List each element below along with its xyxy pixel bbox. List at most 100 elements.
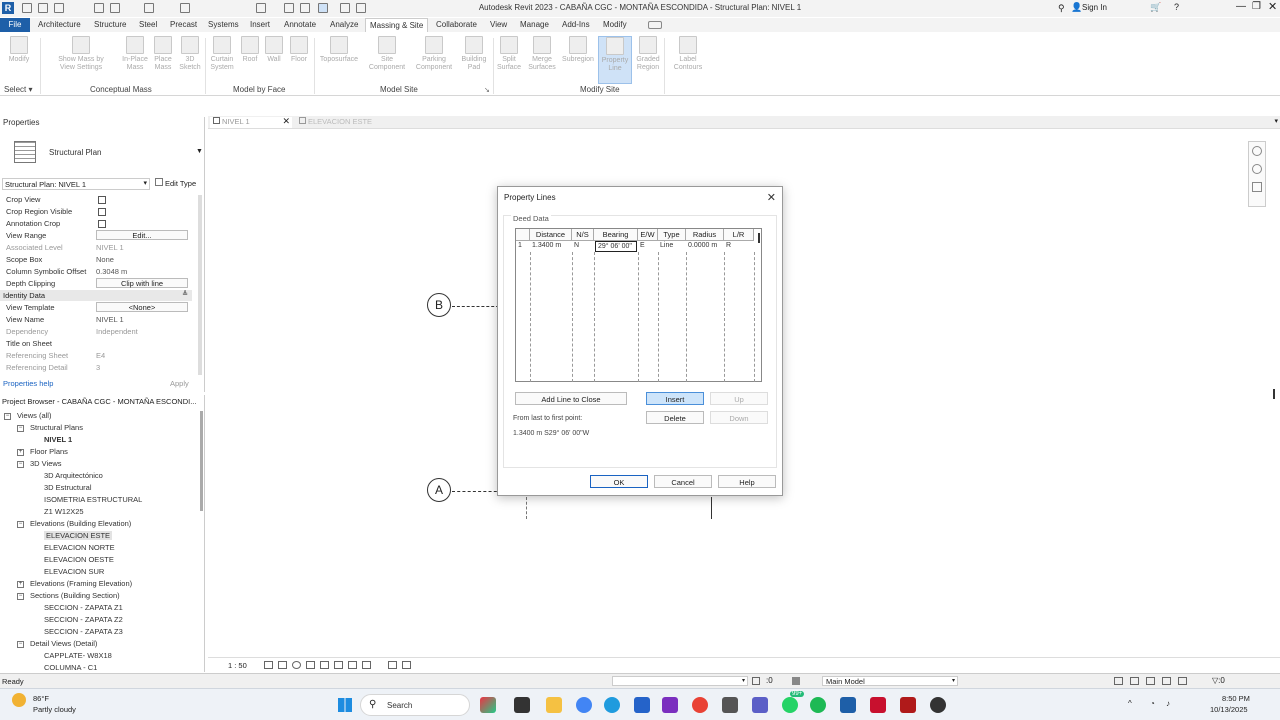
chrome-icon[interactable] (692, 697, 708, 713)
tab-manage[interactable]: Manage (520, 20, 549, 29)
graded-region-button[interactable]: Graded Region (633, 36, 663, 72)
grid-scrollbar[interactable] (758, 233, 760, 243)
user-icon[interactable]: 👤 (1071, 2, 1082, 13)
tab-view[interactable]: View (490, 20, 507, 29)
tab-annotate[interactable]: Annotate (284, 20, 316, 29)
annotation-crop-checkbox[interactable] (98, 220, 106, 228)
section-identity-data[interactable]: Identity Data ≜ (0, 290, 192, 301)
close-tab-icon[interactable]: ✕ (282, 116, 290, 127)
restore-icon[interactable]: ❐ (1252, 1, 1261, 12)
col-header-bearing[interactable]: Bearing (594, 229, 638, 241)
edge-icon[interactable] (604, 697, 620, 713)
col-header-radius[interactable]: Radius (686, 229, 724, 241)
highlight-displacement-icon[interactable] (402, 661, 411, 669)
drag-elements-icon[interactable] (1178, 677, 1187, 685)
model-site-dialog-launcher-icon[interactable]: ↘ (484, 86, 490, 94)
browser-item[interactable]: SECCION - ZAPATA Z3 (44, 627, 123, 636)
tab-architecture[interactable]: Architecture (38, 20, 81, 29)
wifi-icon[interactable]: ◔ (1150, 699, 1155, 708)
floor-button[interactable]: Floor (287, 36, 311, 64)
search-box[interactable]: ⚲ Search (360, 694, 470, 716)
grid-head-a[interactable]: A (427, 478, 451, 502)
prop-title-on-sheet[interactable]: Title on Sheet (3, 338, 185, 350)
weather-temp[interactable]: 86°F (33, 694, 49, 703)
visual-style-icon[interactable] (278, 661, 287, 669)
select-links-icon[interactable] (1114, 677, 1123, 685)
place-mass-button[interactable]: Place Mass (150, 36, 176, 72)
tab-modify[interactable]: Modify (603, 20, 627, 29)
crop-view-icon[interactable] (320, 661, 329, 669)
browser-item[interactable]: 3D Views (30, 459, 62, 468)
tree-toggle-icon[interactable]: − (17, 461, 24, 468)
workset-selector[interactable]: ▾ (612, 676, 748, 686)
browser-item[interactable]: ELEVACION NORTE (44, 543, 115, 552)
cell-ew[interactable]: E (638, 241, 658, 252)
tab-nivel-1[interactable]: NIVEL 1 ✕ (210, 116, 292, 128)
tree-toggle-icon[interactable]: − (4, 413, 11, 420)
temp-hide-icon[interactable] (348, 661, 357, 669)
browser-item[interactable]: Elevations (Building Elevation) (30, 519, 131, 528)
volume-icon[interactable]: ♪ (1166, 699, 1170, 708)
browser-item[interactable]: SECCION - ZAPATA Z2 (44, 615, 123, 624)
in-place-mass-button[interactable]: In-Place Mass (118, 36, 152, 72)
analytical-model-icon[interactable] (388, 661, 397, 669)
type-selector[interactable]: Structural Plan (49, 148, 101, 157)
clock-time[interactable]: 8:50 PM (1222, 694, 1250, 703)
add-line-to-close-button[interactable]: Add Line to Close (515, 392, 627, 405)
parking-component-button[interactable]: Parking Component (410, 36, 458, 72)
browser-item[interactable]: Structural Plans (30, 423, 83, 432)
subregion-button[interactable]: Subregion (560, 36, 596, 64)
filter-status-icon[interactable]: ▽:0 (1212, 676, 1225, 685)
spotify-icon[interactable] (810, 697, 826, 713)
cell-ns[interactable]: N (572, 241, 594, 252)
autocad-lt-icon[interactable] (870, 697, 886, 713)
browser-scrollbar[interactable] (200, 411, 203, 511)
canvas-scroll-marker[interactable] (1273, 389, 1275, 399)
prop-column-symbolic-offset[interactable]: Column Symbolic Offset 0.3048 m (3, 266, 185, 278)
type-selector-chevron-icon[interactable]: ▼ (196, 148, 203, 155)
cell-distance[interactable]: 1.3400 m (530, 241, 572, 252)
help-button[interactable]: Help (718, 475, 776, 488)
editable-only-icon[interactable] (752, 677, 760, 685)
main-model-selector[interactable]: Main Model ▾ (822, 676, 958, 686)
roof-button[interactable]: Roof (238, 36, 262, 64)
prop-view-name[interactable]: View Name NIVEL 1 (3, 314, 185, 326)
group-select[interactable]: Select ▾ (4, 85, 32, 94)
browser-item[interactable]: Sections (Building Section) (30, 591, 120, 600)
cell-type[interactable]: Line (658, 241, 686, 252)
autocad-icon[interactable] (900, 697, 916, 713)
browser-item[interactable]: ELEVACION SUR (44, 567, 104, 576)
cancel-button[interactable]: Cancel (654, 475, 712, 488)
delete-button[interactable]: Delete (646, 411, 704, 424)
tray-chevron-icon[interactable]: ^ (1128, 699, 1132, 708)
wall-button[interactable]: Wall (262, 36, 286, 64)
col-header-lr[interactable]: L/R (724, 229, 754, 241)
crop-region-visible-checkbox[interactable] (98, 208, 106, 216)
tree-toggle-icon[interactable]: + (17, 449, 24, 456)
tab-steel[interactable]: Steel (139, 20, 157, 29)
browser-item[interactable]: Detail Views (Detail) (30, 639, 97, 648)
browser-item[interactable]: 3D Arquitectónico (44, 471, 103, 480)
design-options-icon[interactable] (792, 677, 800, 685)
help-icon[interactable]: ? (1174, 2, 1179, 12)
col-header-ew[interactable]: E/W (638, 229, 658, 241)
zoom-icon[interactable] (1252, 164, 1262, 174)
select-underlay-icon[interactable] (1130, 677, 1139, 685)
apply-button[interactable]: Apply (170, 379, 189, 388)
clock-date[interactable]: 10/13/2025 (1210, 705, 1248, 714)
tab-systems[interactable]: Systems (208, 20, 239, 29)
select-by-face-icon[interactable] (1162, 677, 1171, 685)
site-component-button[interactable]: Site Component (364, 36, 410, 72)
tab-file[interactable]: File (0, 18, 30, 32)
whatsapp-icon[interactable] (782, 697, 798, 713)
col-header-type[interactable]: Type (658, 229, 686, 241)
tab-insert[interactable]: Insert (250, 20, 270, 29)
instance-selector[interactable]: Structural Plan: NIVEL 1 ▾ (2, 178, 150, 190)
tab-overflow-icon[interactable]: ▾ (1274, 117, 1278, 125)
steering-wheel-icon[interactable] (1252, 146, 1262, 156)
view-scale[interactable]: 1 : 50 (228, 661, 247, 670)
show-crop-icon[interactable] (334, 661, 343, 669)
modify-button[interactable]: Modify (4, 36, 34, 64)
crop-view-checkbox[interactable] (98, 196, 106, 204)
toposurface-button[interactable]: Toposurface (316, 36, 362, 64)
